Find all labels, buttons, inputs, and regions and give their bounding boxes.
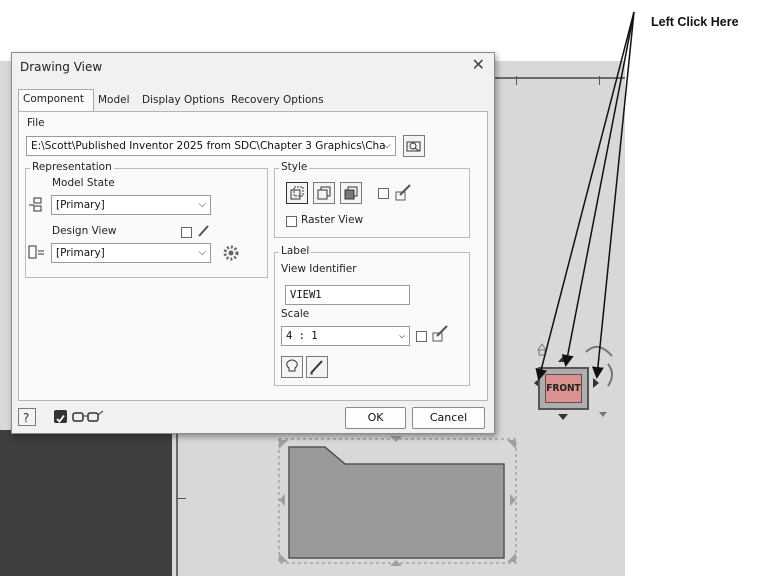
gear-icon[interactable]: [222, 244, 240, 262]
chevron-down-icon: ⌵: [383, 140, 391, 151]
browser-panel-edge: [0, 430, 172, 576]
folder-search-icon: [406, 141, 421, 152]
design-view-value: [Primary]: [56, 247, 105, 259]
scale-label: Scale: [281, 308, 310, 320]
label-title: Label: [279, 245, 312, 257]
chevron-down-icon: ⌵: [398, 330, 405, 341]
rotate-up-arrow-icon[interactable]: [558, 356, 568, 362]
browse-file-button[interactable]: [403, 135, 425, 157]
drawing-view-preview[interactable]: [276, 436, 520, 566]
style-link-icon: [395, 184, 411, 201]
sheet-tick: [599, 76, 600, 85]
viewcube-front-face[interactable]: FRONT: [545, 374, 582, 403]
raster-view-label: Raster View: [301, 214, 364, 226]
style-group: Style Raster View: [274, 161, 470, 238]
view-identifier-label: View Identifier: [281, 263, 357, 275]
hidden-line-removed-icon: [317, 186, 331, 200]
pencil-link-icon: [198, 225, 209, 237]
svg-text:?: ?: [23, 411, 29, 425]
model-state-label: Model State: [52, 177, 115, 189]
glasses-icon: [72, 410, 104, 422]
shaded-icon: [344, 186, 358, 200]
chevron-down-icon: ⌵: [198, 247, 206, 258]
rotate-right-arrow-icon[interactable]: [593, 378, 599, 388]
scale-value: 4 : 1: [286, 330, 318, 342]
bulb-icon: [286, 359, 298, 372]
dialog-title: Drawing View: [20, 60, 103, 74]
file-path-value: E:\Scott\Published Inventor 2025 from SD…: [31, 140, 386, 152]
scale-link-icon: [432, 325, 448, 342]
checkmark-icon: [56, 414, 65, 423]
model-state-select[interactable]: [Primary] ⌵: [51, 195, 211, 215]
cancel-button[interactable]: Cancel: [412, 407, 485, 429]
style-title: Style: [279, 161, 310, 173]
chevron-down-icon: ⌵: [198, 199, 206, 210]
tab-model[interactable]: Model: [94, 91, 138, 111]
edit-label-button[interactable]: [306, 356, 328, 378]
close-icon[interactable]: ✕: [472, 55, 485, 74]
label-group: Label View Identifier VIEW1 Scale 4 : 1 …: [274, 245, 470, 386]
shaded-button[interactable]: [340, 182, 362, 204]
viewcube[interactable]: FRONT: [538, 367, 589, 410]
design-view-label: Design View: [52, 225, 117, 237]
tab-display-options[interactable]: Display Options: [138, 91, 227, 111]
raster-view-checkbox[interactable]: [286, 216, 297, 227]
hidden-line-icon: [290, 186, 304, 200]
pencil-icon: [310, 360, 323, 375]
sheet-tick: [516, 76, 517, 85]
component-tab-panel: File E:\Scott\Published Inventor 2025 fr…: [18, 111, 488, 401]
drawing-view-dialog: Drawing View ✕ Component Model Display O…: [11, 52, 495, 434]
representation-group: Representation Model State [Primary] ⌵ D…: [25, 161, 268, 278]
style-from-base-checkbox[interactable]: [378, 188, 389, 199]
toggle-label-visibility-button[interactable]: [281, 356, 303, 378]
file-path-select[interactable]: E:\Scott\Published Inventor 2025 from SD…: [26, 136, 396, 156]
design-view-select[interactable]: [Primary] ⌵: [51, 243, 211, 263]
representation-title: Representation: [30, 161, 114, 173]
help-icon: ?: [23, 411, 29, 425]
rotate-down-arrow-icon[interactable]: [558, 414, 568, 420]
file-label: File: [27, 117, 45, 129]
help-button[interactable]: ?: [18, 408, 36, 426]
design-view-checkbox[interactable]: [181, 227, 192, 238]
scale-select[interactable]: 4 : 1 ⌵: [281, 326, 410, 346]
scale-from-base-checkbox[interactable]: [416, 331, 427, 342]
view-identifier-input[interactable]: VIEW1: [285, 285, 410, 305]
sheet-tick: [177, 498, 186, 499]
tab-recovery-options[interactable]: Recovery Options: [227, 91, 324, 111]
model-state-value: [Primary]: [56, 199, 105, 211]
hidden-line-button[interactable]: [286, 182, 308, 204]
model-state-icon: [29, 197, 42, 212]
viewcube-menu-icon[interactable]: [599, 412, 607, 417]
tab-component[interactable]: Component: [18, 89, 94, 111]
preview-checkbox[interactable]: [54, 410, 67, 423]
design-view-icon: [28, 245, 44, 259]
hidden-line-removed-button[interactable]: [313, 182, 335, 204]
ok-button[interactable]: OK: [345, 407, 406, 429]
annotation-callout: Left Click Here: [651, 15, 739, 29]
